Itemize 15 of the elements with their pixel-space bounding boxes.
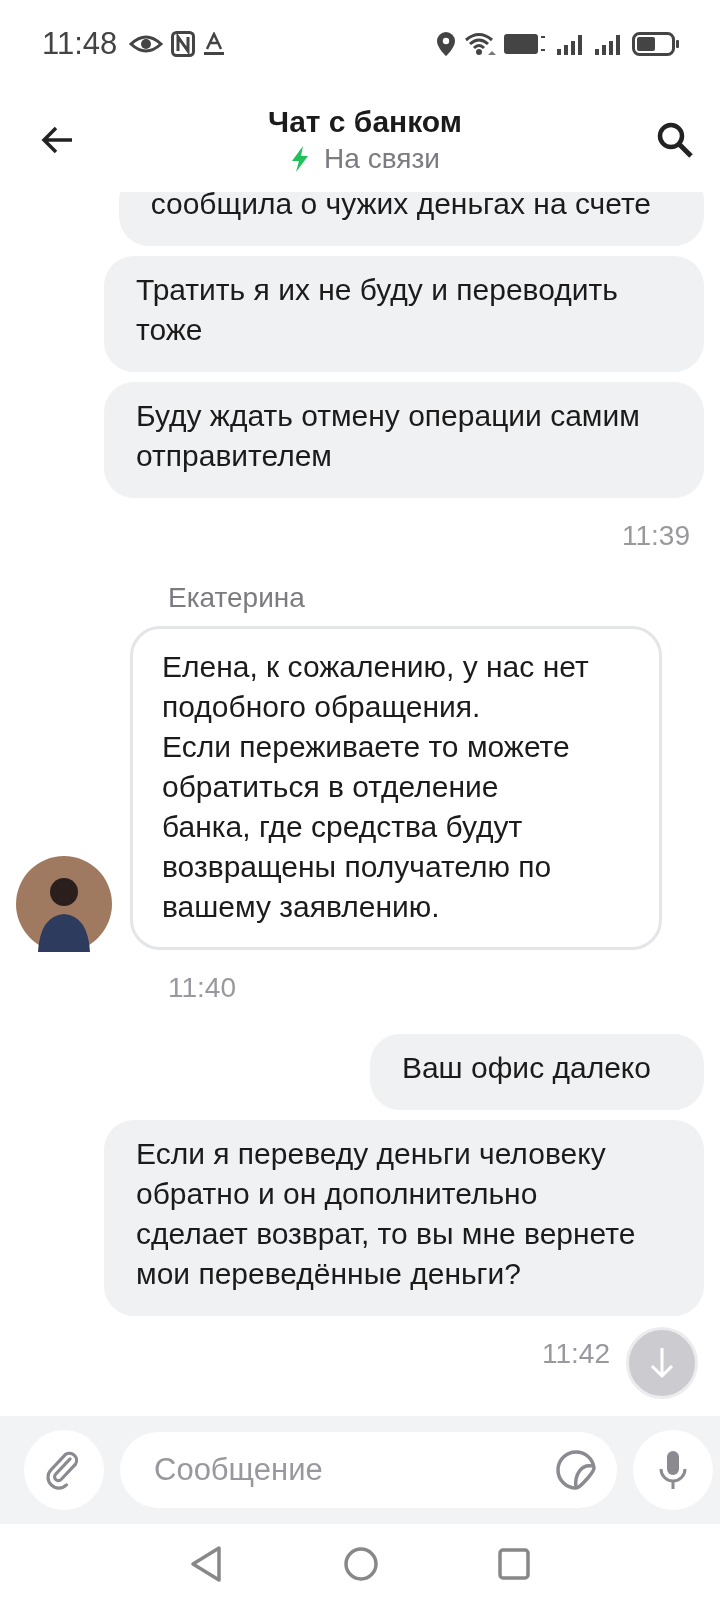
message-bubble: Буду ждать отмену операции самим отправителем <box>104 382 704 498</box>
message-bubble: сообщила о чужих деньгах на счете <box>118 192 704 246</box>
message-field[interactable]: Сообщение <box>120 1432 617 1508</box>
chat-title: Чат с банком <box>268 105 462 139</box>
message-bubble: Елена, к сожалению, у нас нет подобного обращения. Если переживаете то можете обратиться в отделение банка, где средства будут возвращены получателю по вашему заявлению. <box>130 626 662 950</box>
message-bubble: Если я переведу деньги человеку обратно и он дополнительно сделает возврат, то вы мне вернете мои переведённые деньги? <box>104 1120 704 1316</box>
message-bubble: Тратить я их не буду и переводить тоже <box>104 256 704 372</box>
message-bubble: Ваш офис далеко <box>369 1034 704 1110</box>
message-time: 11:39 <box>622 520 690 552</box>
status-time: 11:48 <box>42 26 118 62</box>
message-input[interactable]: Сообщение <box>152 1451 555 1489</box>
online-status: На связи <box>324 143 440 175</box>
message-time: 11:42 <box>542 1338 610 1370</box>
sender-name: Екатерина <box>168 582 306 614</box>
message-time: 11:40 <box>168 972 237 1004</box>
